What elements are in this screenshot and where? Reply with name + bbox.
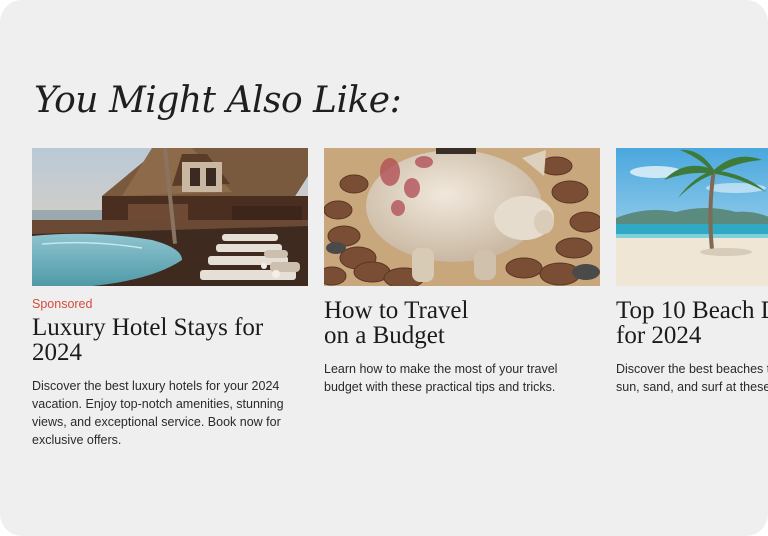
card-description-line: Learn how to make the most of your trave… — [324, 362, 558, 376]
card-description-line: vacation. Enjoy top-notch amenities, stu… — [32, 397, 284, 411]
card-title[interactable]: How to Travel on a Budget — [324, 298, 524, 348]
sponsored-label: Sponsored — [32, 297, 93, 311]
card-description-line: exclusive offers. — [32, 433, 122, 447]
card-description: Learn how to make the most of your trave… — [324, 360, 586, 396]
card-description-line: Discover the best luxury hotels for your… — [32, 379, 280, 393]
card-title[interactable]: Top 10 Beach Destinations for 2024 — [616, 298, 768, 348]
card-title-line: How to Travel — [324, 297, 469, 324]
card-description: Discover the best beaches to visit for s… — [616, 360, 768, 396]
piggy-bank-image[interactable] — [324, 148, 600, 286]
article-card-budget-travel[interactable]: How to Travel on a Budget Learn how to m… — [324, 148, 600, 396]
card-title-line: Top 10 Beach Destinations — [616, 297, 768, 324]
article-card-beach-destinations[interactable]: Top 10 Beach Destinations for 2024 Disco… — [616, 148, 768, 396]
card-description-line: budget with these practical tips and tri… — [324, 380, 556, 394]
article-card-luxury-hotel[interactable]: Sponsored Luxury Hotel Stays for 2024 Di… — [32, 148, 308, 449]
section-heading: You Might Also Like: — [34, 80, 402, 121]
card-description: Discover the best luxury hotels for your… — [32, 377, 300, 449]
recommendations-panel: You Might Also Like: Sponsored Luxury Ho… — [0, 0, 768, 536]
card-description-line: sun, sand, and surf at these locations. — [616, 380, 768, 394]
card-title-line: Luxury Hotel Stays for — [32, 314, 264, 341]
resort-pool-image[interactable] — [32, 148, 308, 286]
card-title[interactable]: Luxury Hotel Stays for 2024 — [32, 315, 292, 365]
card-title-line: for 2024 — [616, 322, 702, 349]
card-description-line: Discover the best beaches to visit for — [616, 362, 768, 376]
card-title-line: on a Budget — [324, 322, 445, 349]
beach-palm-image[interactable] — [616, 148, 768, 286]
card-description-line: views, and exceptional service. Book now… — [32, 415, 281, 429]
card-title-line: 2024 — [32, 339, 82, 366]
